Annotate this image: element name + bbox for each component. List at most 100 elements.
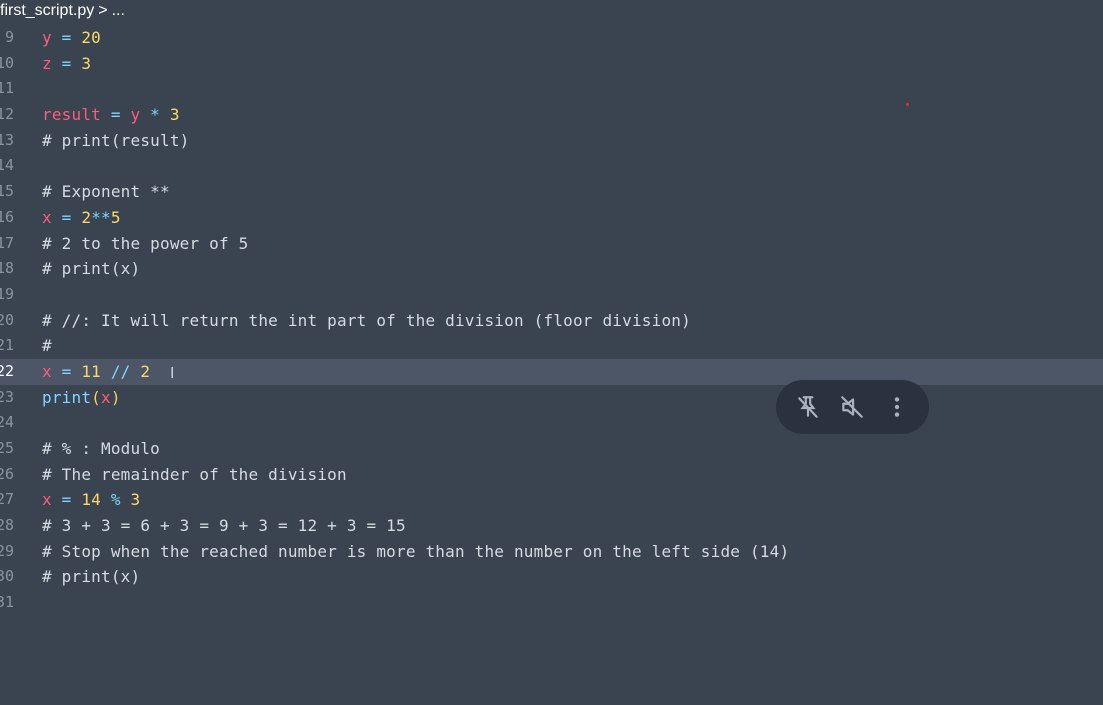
code-token: 11 [81,361,102,381]
code-line[interactable]: 20 # //: It will return the int part of t… [0,308,1103,334]
line-number: 23 [0,387,14,406]
code-token: = [101,105,131,125]
code-token: x [42,490,52,510]
code-token: # Stop when the reached number is more t… [42,541,790,561]
line-number: 10 [0,53,14,72]
line-number: 28 [0,516,14,535]
text-cursor-icon: Ⅰ [170,363,175,382]
breadcrumb-file[interactable]: first_script.py [0,2,94,19]
line-number: 22 [0,361,14,380]
code-token: x [42,361,52,381]
code-line[interactable]: 25 # % : Modulo [0,436,1103,462]
code-token: % [101,490,131,510]
code-token: 3 [130,490,141,510]
line-number: 31 [0,593,14,612]
code-token: = [51,53,82,73]
code-text: print(x) [42,385,121,411]
line-number: 13 [0,130,14,149]
code-token: # [42,336,52,356]
code-editor[interactable]: 9y = 20 10 z = 3 11 12 result = y * 3 13 # prin… [0,25,1103,616]
code-line[interactable]: 10 z = 3 [0,51,1103,77]
code-token: 2 [140,361,151,381]
code-token: # 2 to the power of 5 [42,233,249,253]
code-text: # The remainder of the division [42,462,347,488]
line-number: 26 [0,464,14,483]
code-token: # Exponent ** [42,182,170,202]
code-line[interactable]: 29 # Stop when the reached number is more… [0,539,1103,565]
line-number: 29 [0,541,14,560]
code-text: # 3 + 3 = 6 + 3 = 9 + 3 = 12 + 3 = 15 [42,513,406,539]
code-token: = [51,28,82,47]
code-line[interactable]: 22 x = 11 // 2 Ⅰ [0,358,1103,385]
code-line[interactable]: 24 [0,410,1103,436]
code-token: # print(result) [42,130,190,150]
code-line[interactable]: 21 # [0,333,1103,359]
code-line[interactable]: 17 # 2 to the power of 5 [0,231,1103,257]
line-number: 11 [0,79,14,98]
mute-icon[interactable] [838,393,866,421]
code-token: x [42,207,52,227]
breadcrumb: first_script.py >... [0,0,300,24]
line-number: 18 [0,259,14,278]
code-line[interactable]: 16 x = 2**5 [0,205,1103,231]
line-number: 16 [0,207,14,226]
code-text: x = 11 // 2 [42,359,150,385]
code-line[interactable]: 13 # print(result) [0,128,1103,154]
code-line[interactable]: 19 [0,282,1103,308]
code-text: # Stop when the reached number is more t… [42,539,789,565]
code-text: x = 2**5 [42,205,121,231]
code-line[interactable]: 18 # print(x) [0,256,1103,282]
line-number: 25 [0,439,14,457]
code-token: ( [91,387,102,407]
line-number: 12 [0,105,14,124]
code-line[interactable]: 9 y = 20 [0,25,1103,51]
code-token: 5 [110,207,121,227]
code-line[interactable]: 11 [0,76,1103,102]
code-token: 3 [169,105,180,125]
code-token: 2 [81,207,92,227]
code-text: # 2 to the power of 5 [42,231,249,257]
code-token: print [42,387,92,407]
floating-media-controls [776,380,929,434]
line-number: 27 [0,490,14,509]
code-text: z = 3 [42,51,91,77]
code-text: x = 14 % 3 [42,487,140,513]
line-number: 24 [0,413,14,432]
code-line[interactable]: 30 # print(x) [0,564,1103,590]
code-token: * [140,105,170,125]
code-token: 20 [81,28,102,47]
line-number: 17 [0,233,14,252]
code-token: z [42,53,52,73]
code-token: # print(x) [42,259,141,279]
red-dot-marker [906,103,909,106]
pin-off-icon[interactable] [794,393,822,421]
code-line[interactable]: 26 # The remainder of the division [0,462,1103,488]
code-token: result [42,105,101,125]
code-token: = [51,490,82,510]
line-number: 19 [0,284,14,303]
code-token: ) [110,387,121,407]
breadcrumb-separator: > [98,2,108,19]
code-text: y = 20 [42,25,101,51]
breadcrumb-rest[interactable]: ... [112,2,125,19]
code-line[interactable]: 27 x = 14 % 3 [0,487,1103,513]
code-line[interactable]: 28 # 3 + 3 = 6 + 3 = 9 + 3 = 12 + 3 = 15 [0,513,1103,539]
code-token: # 3 + 3 = 6 + 3 = 9 + 3 = 12 + 3 = 15 [42,516,406,536]
code-token: = [51,361,82,381]
code-token: y [130,105,141,125]
code-line[interactable]: 12 result = y * 3 [0,102,1103,128]
code-line[interactable]: 31 [0,590,1103,616]
code-token: 3 [81,53,92,73]
more-vertical-icon[interactable] [883,393,911,421]
code-token: ** [91,207,111,227]
code-text: # print(x) [42,564,140,590]
code-text: # [42,333,52,359]
line-number: 14 [0,156,14,175]
code-line[interactable]: 14 [0,153,1103,179]
code-line[interactable]: 23 print(x) [0,385,1103,411]
line-number: 21 [0,336,14,355]
code-text: # print(result) [42,128,190,154]
code-token: y [42,28,52,47]
code-line[interactable]: 15 # Exponent ** [0,179,1103,205]
code-text: # Exponent ** [42,179,170,205]
